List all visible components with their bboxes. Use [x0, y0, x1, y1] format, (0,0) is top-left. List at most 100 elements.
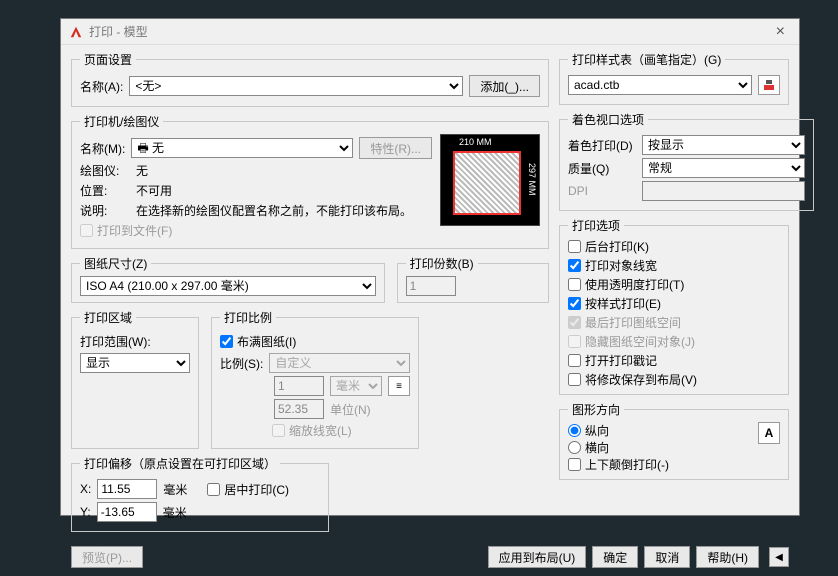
plot-style-select[interactable]: acad.ctb	[568, 75, 752, 95]
orientation-icon: A	[758, 422, 780, 444]
plot-option-checkbox-1[interactable]	[568, 259, 581, 272]
upside-down-label: 上下颠倒打印(-)	[585, 456, 669, 473]
titlebar[interactable]: 打印 - 模型 ×	[61, 19, 799, 45]
plot-option-checkbox-4	[568, 316, 581, 329]
plot-option-label-4: 最后打印图纸空间	[585, 314, 681, 331]
paper-size-legend: 图纸尺寸(Z)	[80, 255, 151, 272]
plot-dialog: 打印 - 模型 × 页面设置 名称(A): <无> 添加(_)... 打印机/绘…	[60, 18, 800, 516]
upside-down-checkbox[interactable]	[568, 458, 581, 471]
shade-plot-select[interactable]: 按显示	[642, 135, 805, 155]
printer-name-select[interactable]: 🖶 无	[131, 138, 353, 158]
quality-select[interactable]: 常规	[642, 158, 805, 178]
edit-style-icon	[763, 79, 775, 91]
scale-unit-b-label: 单位(N)	[330, 401, 371, 418]
help-button[interactable]: 帮助(H)	[696, 546, 759, 568]
scale-unit-a-input	[274, 376, 324, 396]
plot-options-legend: 打印选项	[568, 217, 624, 234]
preview-height-label: 297 MM	[527, 163, 537, 196]
offset-x-input[interactable]	[97, 479, 157, 499]
paper-size-select[interactable]: ISO A4 (210.00 x 297.00 毫米)	[80, 276, 376, 296]
landscape-radio[interactable]	[568, 441, 581, 454]
printer-group: 打印机/绘图仪 名称(M): 🖶 无 特性(R)... 绘图仪: 无 位置:	[71, 113, 549, 249]
fit-to-paper-label: 布满图纸(I)	[237, 333, 296, 350]
scale-unit-menu-button[interactable]: ≡	[388, 376, 410, 396]
plot-option-label-1: 打印对象线宽	[585, 257, 657, 274]
print-area-group: 打印区域 打印范围(W): 显示	[71, 309, 199, 449]
edit-plot-style-button[interactable]	[758, 75, 780, 95]
description-label: 说明:	[80, 202, 130, 219]
window-title: 打印 - 模型	[89, 23, 148, 40]
apply-to-layout-button[interactable]: 应用到布局(U)	[488, 546, 587, 568]
plot-style-group: 打印样式表（画笔指定）(G) acad.ctb	[559, 51, 789, 105]
printer-legend: 打印机/绘图仪	[80, 113, 163, 130]
offset-legend: 打印偏移（原点设置在可打印区域）	[80, 455, 280, 472]
dialog-footer: 预览(P)... 应用到布局(U) 确定 取消 帮助(H) ◀	[61, 542, 799, 576]
offset-y-input[interactable]	[97, 502, 157, 522]
orientation-group: 图形方向 纵向 横向 上下颠倒打印(-) A	[559, 401, 789, 480]
plotter-value: 无	[136, 162, 148, 179]
printer-properties-button: 特性(R)...	[359, 137, 432, 159]
offset-group: 打印偏移（原点设置在可打印区域） X: 毫米 居中打印(C) Y: 毫米	[71, 455, 329, 532]
dpi-input	[642, 181, 805, 201]
location-value: 不可用	[136, 182, 172, 199]
plot-options-group: 打印选项 后台打印(K)打印对象线宽使用透明度打印(T)按样式打印(E)最后打印…	[559, 217, 789, 395]
scale-label: 比例(S):	[220, 355, 263, 372]
page-setup-group: 页面设置 名称(A): <无> 添加(_)...	[71, 51, 549, 107]
page-name-select[interactable]: <无>	[129, 76, 463, 96]
plot-option-checkbox-3[interactable]	[568, 297, 581, 310]
plot-option-label-3: 按样式打印(E)	[585, 295, 661, 312]
portrait-label: 纵向	[585, 422, 609, 439]
copies-group: 打印份数(B)	[397, 255, 549, 303]
page-setup-legend: 页面设置	[80, 51, 136, 68]
preview-sheet-icon	[453, 151, 521, 215]
print-range-select[interactable]: 显示	[80, 353, 190, 373]
offset-x-label: X:	[80, 482, 91, 496]
preview-width-label: 210 MM	[459, 137, 492, 147]
close-icon[interactable]: ×	[770, 24, 791, 40]
plot-option-label-0: 后台打印(K)	[585, 238, 649, 255]
page-name-label: 名称(A):	[80, 78, 123, 95]
center-plot-label: 居中打印(C)	[224, 481, 289, 498]
copies-legend: 打印份数(B)	[406, 255, 478, 272]
cancel-button[interactable]: 取消	[644, 546, 690, 568]
plot-option-checkbox-0[interactable]	[568, 240, 581, 253]
portrait-radio[interactable]	[568, 424, 581, 437]
scale-unit-a-select: 毫米	[330, 376, 382, 396]
plot-option-checkbox-6[interactable]	[568, 354, 581, 367]
scale-select: 自定义	[269, 353, 410, 373]
paper-preview: 210 MM 297 MM	[440, 134, 540, 226]
fit-to-paper-checkbox[interactable]	[220, 335, 233, 348]
plot-style-legend: 打印样式表（画笔指定）(G)	[568, 51, 725, 68]
plot-option-checkbox-2[interactable]	[568, 278, 581, 291]
print-to-file-checkbox	[80, 224, 93, 237]
plot-option-checkbox-5	[568, 335, 581, 348]
offset-y-label: Y:	[80, 505, 91, 519]
scale-group: 打印比例 布满图纸(I) 比例(S): 自定义	[211, 309, 419, 449]
printer-name-label: 名称(M):	[80, 140, 125, 157]
shaded-viewport-legend: 着色视口选项	[568, 111, 648, 128]
plot-option-label-6: 打开打印戳记	[585, 352, 657, 369]
description-value: 在选择新的绘图仪配置名称之前，不能打印该布局。	[136, 202, 412, 219]
add-page-setup-button[interactable]: 添加(_)...	[469, 75, 540, 97]
preview-button: 预览(P)...	[71, 546, 143, 568]
scale-legend: 打印比例	[220, 309, 276, 326]
orientation-legend: 图形方向	[568, 401, 624, 418]
ok-button[interactable]: 确定	[592, 546, 638, 568]
landscape-label: 横向	[585, 439, 609, 456]
autocad-logo-icon	[69, 25, 83, 39]
plot-option-label-7: 将修改保存到布局(V)	[585, 371, 697, 388]
quality-label: 质量(Q)	[568, 160, 636, 177]
scale-lineweights-checkbox	[272, 424, 285, 437]
plot-option-label-5: 隐藏图纸空间对象(J)	[585, 333, 695, 350]
paper-size-group: 图纸尺寸(Z) ISO A4 (210.00 x 297.00 毫米)	[71, 255, 385, 303]
shade-plot-label: 着色打印(D)	[568, 137, 636, 154]
scale-lineweights-label: 缩放线宽(L)	[289, 422, 352, 439]
print-range-label: 打印范围(W):	[80, 333, 151, 350]
center-plot-checkbox[interactable]	[207, 483, 220, 496]
collapse-button[interactable]: ◀	[769, 547, 789, 567]
location-label: 位置:	[80, 182, 130, 199]
scale-unit-b-input	[274, 399, 324, 419]
shaded-viewport-group: 着色视口选项 着色打印(D) 按显示 质量(Q) 常规 DPI	[559, 111, 814, 211]
plot-option-checkbox-7[interactable]	[568, 373, 581, 386]
offset-y-unit: 毫米	[163, 504, 187, 521]
